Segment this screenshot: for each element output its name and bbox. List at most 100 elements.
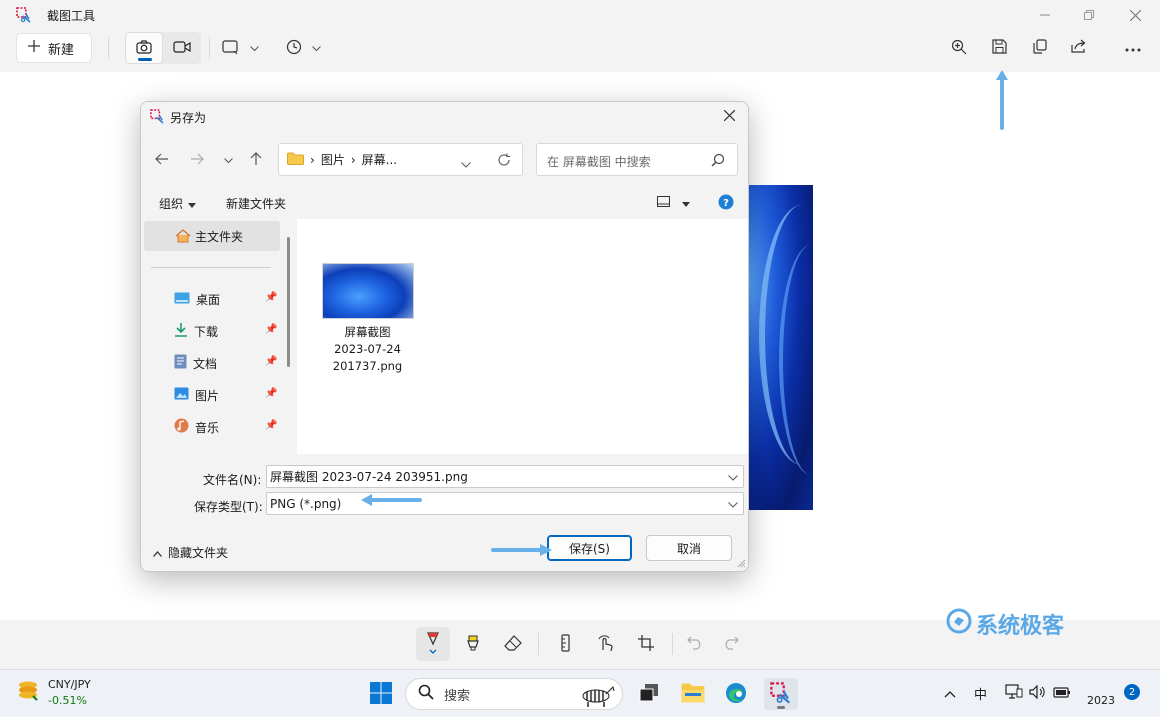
clock-icon <box>286 39 302 58</box>
show-hidden-icons-button[interactable] <box>944 687 956 702</box>
back-button[interactable] <box>151 150 173 170</box>
file-explorer-button[interactable] <box>676 678 710 710</box>
sidebar-item-pictures[interactable]: 图片 <box>174 384 219 406</box>
sidebar-item-documents[interactable]: 文档 <box>174 352 217 374</box>
ballpoint-pen-button[interactable] <box>416 627 450 661</box>
file-explorer-icon <box>681 683 705 706</box>
close-window-button[interactable] <box>1113 4 1157 26</box>
ruler-button[interactable] <box>549 627 583 661</box>
dialog-close-button[interactable] <box>716 106 742 128</box>
video-mode-button[interactable] <box>163 32 201 64</box>
recent-locations-button[interactable] <box>217 150 239 170</box>
copy-button[interactable] <box>1028 34 1052 62</box>
new-snip-button[interactable]: 新建 <box>16 33 92 63</box>
command-bar: 组织 新建文件夹 ? <box>141 187 748 219</box>
file-thumbnail <box>321 263 414 319</box>
share-button[interactable] <box>1067 34 1091 62</box>
crop-icon <box>638 634 654 654</box>
screenshot-mode-button[interactable] <box>125 32 163 64</box>
breadcrumb-pictures[interactable]: 图片 <box>321 151 345 168</box>
breadcrumb-screenshots[interactable]: 屏幕... <box>362 151 397 168</box>
edge-icon <box>725 682 747 707</box>
toolbar-divider <box>209 37 210 59</box>
sidebar-item-label: 桌面 <box>196 292 221 307</box>
taskbar-search-label: 搜索 <box>444 688 471 704</box>
hide-folders-toggle[interactable]: 隐藏文件夹 <box>153 544 228 561</box>
redo-button[interactable] <box>714 627 748 661</box>
save-button[interactable] <box>987 34 1011 62</box>
eraser-button[interactable] <box>496 627 530 661</box>
notification-badge[interactable]: 2 <box>1124 684 1140 700</box>
plus-icon <box>28 40 40 56</box>
start-button[interactable] <box>364 678 398 710</box>
input-method-indicator[interactable]: 中 <box>974 684 987 703</box>
filename-input[interactable]: 屏幕截图 2023-07-24 203951.png <box>266 465 744 488</box>
navigation-pane-scrollbar[interactable] <box>287 237 290 367</box>
new-folder-button[interactable]: 新建文件夹 <box>226 195 286 212</box>
up-button[interactable] <box>245 150 267 170</box>
organize-menu[interactable]: 组织 <box>159 195 197 212</box>
restore-button[interactable] <box>1067 4 1111 26</box>
battery-icon[interactable] <box>1053 685 1071 703</box>
chevron-down-icon[interactable] <box>461 157 471 171</box>
sidebar-item-downloads[interactable]: 下载 <box>174 320 218 342</box>
title-bar: 截图工具 <box>0 0 1160 30</box>
chevron-down-icon[interactable] <box>728 470 738 484</box>
address-bar[interactable]: › 图片 › 屏幕... <box>278 143 523 176</box>
taskbar-search[interactable]: 搜索 <box>405 678 623 710</box>
desktop-icon <box>174 292 190 307</box>
sidebar-item-desktop[interactable]: 桌面 <box>174 288 220 310</box>
highlighter-button[interactable] <box>456 627 490 661</box>
video-camera-icon <box>173 40 191 56</box>
new-snip-label: 新建 <box>48 42 75 58</box>
save-dialog-button[interactable]: 保存(S) <box>547 535 632 561</box>
copy-icon <box>1033 39 1047 57</box>
minimize-button[interactable] <box>1023 4 1067 26</box>
ruler-icon <box>561 633 571 655</box>
snip-shape-dropdown[interactable] <box>218 34 262 62</box>
filetype-select[interactable]: PNG (*.png) <box>266 492 744 515</box>
screenshot-preview-image <box>749 185 813 510</box>
sidebar-item-label: 主文件夹 <box>195 229 244 244</box>
view-options-button[interactable] <box>657 196 690 210</box>
snipping-tool-icon <box>770 681 792 707</box>
pin-icon[interactable]: 📌 <box>265 356 277 367</box>
search-icon <box>418 684 434 704</box>
delay-dropdown[interactable] <box>281 34 325 62</box>
file-item[interactable]: 屏幕截图 2023-07-24 201737.png <box>320 263 415 375</box>
search-box[interactable]: 在 屏幕截图 中搜索 <box>536 143 738 176</box>
task-view-button[interactable] <box>632 678 666 710</box>
share-icon <box>1071 39 1087 57</box>
network-icon[interactable] <box>1005 684 1023 704</box>
forward-button[interactable] <box>186 150 208 170</box>
volume-icon[interactable] <box>1029 684 1047 703</box>
touch-writing-button[interactable] <box>589 627 623 661</box>
snipping-tool-icon <box>150 109 165 127</box>
zoom-in-button[interactable] <box>947 34 971 62</box>
widget-title: CNY/JPY <box>48 678 91 691</box>
currency-widget[interactable]: CNY/JPY -0.51% <box>16 678 91 707</box>
help-button[interactable]: ? <box>718 194 734 213</box>
more-options-button[interactable] <box>1121 34 1145 62</box>
cancel-button[interactable]: 取消 <box>646 535 732 561</box>
clock[interactable]: 2023 <box>1087 694 1115 707</box>
sidebar-item-home[interactable]: 主文件夹 <box>144 221 280 251</box>
music-icon <box>174 418 189 436</box>
rectangle-snip-icon <box>221 39 240 58</box>
sidebar-item-label: 音乐 <box>195 420 220 435</box>
undo-button[interactable] <box>678 627 712 661</box>
pin-icon[interactable]: 📌 <box>265 420 277 431</box>
resize-grip-icon[interactable] <box>737 557 746 571</box>
breadcrumb-separator: › <box>350 152 356 167</box>
pin-icon[interactable]: 📌 <box>265 324 277 335</box>
sidebar-item-music[interactable]: 音乐 <box>174 416 219 438</box>
help-icon: ? <box>718 194 734 213</box>
snipping-tool-icon <box>16 7 32 26</box>
snipping-tool-taskbar-button[interactable] <box>764 678 798 710</box>
edge-browser-button[interactable] <box>719 678 753 710</box>
pin-icon[interactable]: 📌 <box>265 388 277 399</box>
crop-button[interactable] <box>629 627 663 661</box>
annotation-arrow-icon <box>996 70 1008 130</box>
pin-icon[interactable]: 📌 <box>265 292 277 303</box>
refresh-icon[interactable] <box>497 153 511 170</box>
